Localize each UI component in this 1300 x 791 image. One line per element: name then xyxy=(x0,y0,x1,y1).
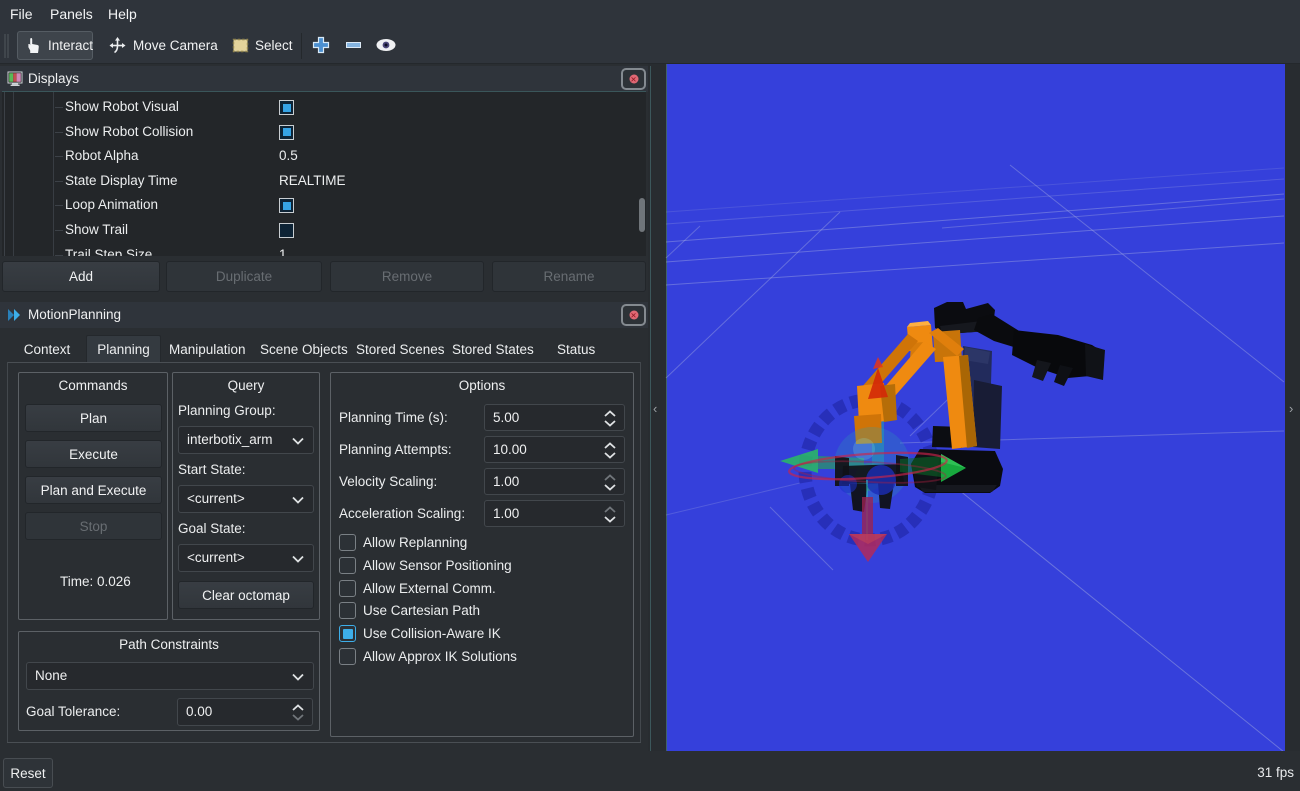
svg-text:›: › xyxy=(1289,401,1293,416)
svg-text:‹: ‹ xyxy=(653,401,657,416)
